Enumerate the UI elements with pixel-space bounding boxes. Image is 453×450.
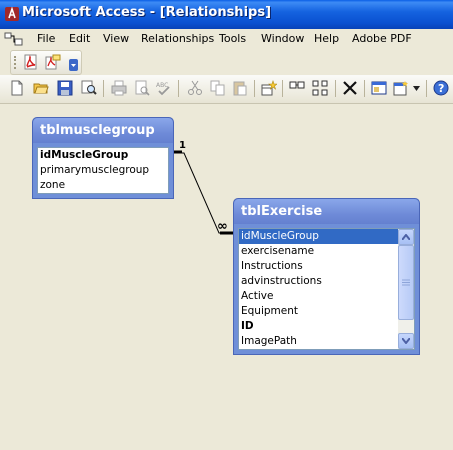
copy-icon[interactable]: [210, 80, 226, 96]
search-icon[interactable]: [81, 80, 97, 96]
show-all-icon[interactable]: [312, 80, 328, 96]
scroll-thumb[interactable]: [398, 245, 414, 320]
cut-icon[interactable]: [187, 80, 203, 96]
field-item[interactable]: Instructions: [239, 259, 414, 274]
scroll-up-button[interactable]: [398, 229, 414, 245]
show-table-icon[interactable]: [261, 80, 277, 96]
field-item[interactable]: exercisename: [239, 244, 414, 259]
toolbar-separator: [178, 80, 179, 97]
menu-help[interactable]: Help: [314, 32, 339, 45]
menu-tools[interactable]: Tools: [219, 32, 246, 45]
field-item[interactable]: ImagePath: [239, 334, 414, 349]
delete-icon[interactable]: [342, 80, 358, 96]
toolbar-separator: [335, 80, 336, 97]
print-preview-icon[interactable]: [134, 80, 150, 96]
paste-icon[interactable]: [232, 80, 248, 96]
print-icon[interactable]: [111, 80, 127, 96]
field-list[interactable]: idMuscleGroup exercisename Instructions …: [238, 228, 415, 350]
toolbar-separator: [254, 80, 255, 97]
field-item[interactable]: idMuscleGroup: [38, 148, 168, 163]
menu-adobe-pdf[interactable]: Adobe PDF: [352, 32, 412, 45]
grip-icon: [402, 279, 410, 286]
toolbar-separator: [426, 80, 427, 97]
new-object-icon[interactable]: [393, 80, 409, 96]
pdf-toolbar-row: [0, 49, 453, 75]
help-icon[interactable]: ?: [433, 80, 449, 96]
toolbar-separator: [103, 80, 104, 97]
title-bar: Microsoft Access - [Relationships]: [0, 0, 453, 29]
menu-edit[interactable]: Edit: [69, 32, 90, 45]
spelling-icon[interactable]: ABC: [156, 80, 172, 96]
relationships-canvas[interactable]: 1 ∞ tblmusclegroup idMuscleGroup primary…: [0, 104, 453, 450]
access-key-icon: [5, 6, 19, 21]
table-title[interactable]: tblExercise: [234, 199, 419, 224]
menu-bar: File Edit View Relationships Tools Windo…: [0, 29, 453, 49]
convert-to-pdf-icon[interactable]: [23, 54, 39, 70]
chevron-down-icon: [402, 338, 410, 344]
window-title: Microsoft Access - [Relationships]: [22, 5, 272, 20]
pdf-toolbar: [10, 50, 82, 75]
relationship-many-label: ∞: [217, 219, 228, 234]
field-item[interactable]: zone: [38, 178, 168, 193]
vertical-scrollbar[interactable]: [398, 229, 414, 349]
table-tblexercise[interactable]: tblExercise idMuscleGroup exercisename I…: [233, 198, 420, 355]
menu-view[interactable]: View: [103, 32, 129, 45]
svg-text:ABC: ABC: [156, 82, 168, 89]
menu-window[interactable]: Window: [261, 32, 304, 45]
toolbar-grip[interactable]: [14, 56, 18, 69]
menu-relationships[interactable]: Relationships: [141, 32, 214, 45]
scroll-down-button[interactable]: [398, 333, 414, 349]
field-item[interactable]: primarymusclegroup: [38, 163, 168, 178]
show-direct-icon[interactable]: [289, 80, 305, 96]
toolbar-separator: [364, 80, 365, 97]
field-item[interactable]: idMuscleGroup: [239, 229, 414, 244]
relationship-one-label: 1: [179, 140, 186, 151]
database-window-icon[interactable]: [371, 80, 387, 96]
field-item[interactable]: ID: [239, 319, 414, 334]
toolbar-options-icon[interactable]: [69, 59, 78, 71]
convert-and-email-icon[interactable]: [45, 54, 61, 70]
new-icon[interactable]: [9, 80, 25, 96]
svg-text:?: ?: [438, 82, 444, 95]
relationships-document-icon[interactable]: [4, 31, 24, 47]
table-tblmusclegroup[interactable]: tblmusclegroup idMuscleGroup primarymusc…: [32, 117, 174, 199]
chevron-down-icon[interactable]: [413, 86, 420, 91]
open-icon[interactable]: [33, 80, 49, 96]
save-icon[interactable]: [57, 80, 73, 96]
field-item[interactable]: advinstructions: [239, 274, 414, 289]
field-list[interactable]: idMuscleGroup primarymusclegroup zone: [37, 147, 169, 194]
toolbar-separator: [282, 80, 283, 97]
field-item[interactable]: Active: [239, 289, 414, 304]
table-title[interactable]: tblmusclegroup: [33, 118, 173, 143]
relationship-toolbar: ABC ?: [0, 75, 453, 104]
menu-file[interactable]: File: [37, 32, 55, 45]
chevron-up-icon: [402, 234, 410, 240]
field-item[interactable]: Equipment: [239, 304, 414, 319]
